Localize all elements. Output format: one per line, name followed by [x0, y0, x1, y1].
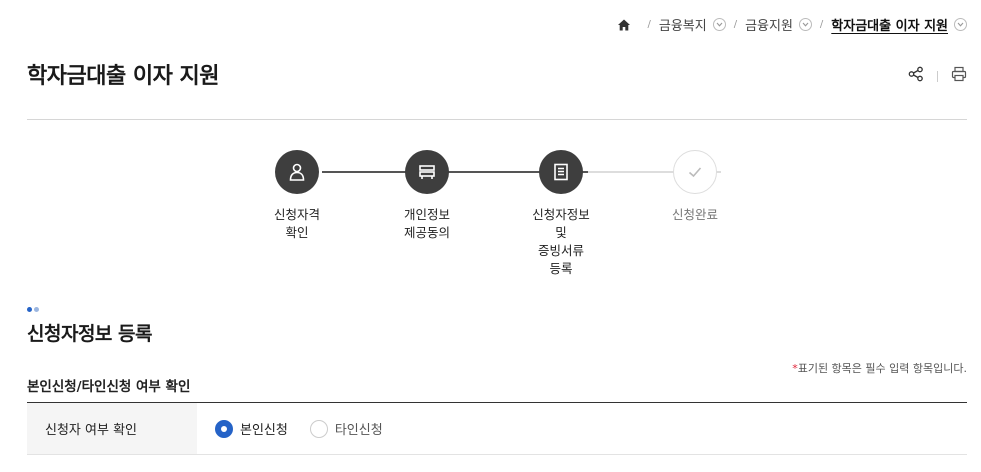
print-icon[interactable]: [951, 66, 967, 86]
chevron-down-icon[interactable]: [798, 18, 812, 31]
step-eligibility: 신청자격 확인: [247, 150, 347, 242]
step-privacy-consent: 개인정보 제공동의: [377, 150, 477, 242]
step-applicant-info: 신청자정보 및 증빙서류 등록: [511, 150, 611, 278]
radio-button[interactable]: [309, 419, 328, 438]
radio-button-selected[interactable]: [215, 419, 233, 438]
step-label: 신청자격 확인: [273, 207, 320, 240]
form-row-applicant-type: 신청자 여부 확인 본인신청 타인신청: [27, 403, 967, 455]
form-table: 신청자 여부 확인 본인신청 타인신청: [27, 402, 967, 455]
breadcrumb-separator: /: [733, 19, 738, 30]
breadcrumb-label: 학자금대출 이자 지원: [831, 19, 948, 34]
step-label: 신청완료: [671, 207, 718, 222]
radio-other[interactable]: 타인신청: [309, 419, 383, 438]
radio-label: 본인신청: [240, 423, 288, 438]
form-row-label: 신청자 여부 확인: [27, 403, 197, 454]
breadcrumb-label: 금융복지: [658, 19, 707, 34]
dot: [27, 307, 32, 312]
title-divider: [27, 119, 967, 120]
section-dots: [27, 307, 39, 312]
person-icon: [275, 150, 319, 194]
divider: [937, 70, 938, 82]
radio-label: 타인신청: [334, 423, 383, 438]
required-note: *표기된 항목은 필수 입력 항목입니다.: [792, 360, 967, 376]
breadcrumb-separator: /: [647, 19, 651, 30]
list-document-icon: [539, 150, 583, 194]
page-tools: [908, 66, 967, 86]
breadcrumb-label: 금융지원: [745, 19, 793, 34]
dot: [34, 307, 39, 312]
document-stack-icon: [405, 150, 449, 194]
check-icon: [673, 150, 717, 194]
section-title: 신청자정보 등록: [27, 323, 152, 345]
breadcrumb-separator: /: [819, 19, 824, 30]
chevron-down-icon[interactable]: [712, 18, 726, 31]
radio-group-applicant-type: 본인신청 타인신청: [197, 403, 967, 454]
share-icon[interactable]: [908, 66, 924, 86]
page-title: 학자금대출 이자 지원: [27, 64, 219, 89]
breadcrumb-item-finance-welfare[interactable]: 금융복지: [659, 15, 726, 34]
step-label: 신청자정보 및 증빙서류 등록: [532, 207, 590, 276]
step-label: 개인정보 제공동의: [403, 207, 450, 240]
step-complete: 신청완료: [645, 150, 745, 224]
required-note-text: 표기된 항목은 필수 입력 항목입니다.: [797, 362, 967, 375]
progress-steps: 신청자격 확인 개인정보 제공동의 신청자정보 및 증빙서류 등록 신청완료: [250, 150, 750, 280]
home-icon[interactable]: [617, 18, 631, 32]
breadcrumb: / 금융복지 / 금융지원 / 학자금대출 이자 지원: [617, 15, 967, 34]
breadcrumb-item-finance-support[interactable]: 금융지원: [745, 15, 812, 34]
form-subtitle: 본인신청/타인신청 여부 확인: [27, 379, 191, 395]
breadcrumb-item-current[interactable]: 학자금대출 이자 지원: [831, 15, 967, 34]
radio-self[interactable]: 본인신청: [215, 419, 288, 438]
chevron-down-icon[interactable]: [954, 18, 967, 31]
